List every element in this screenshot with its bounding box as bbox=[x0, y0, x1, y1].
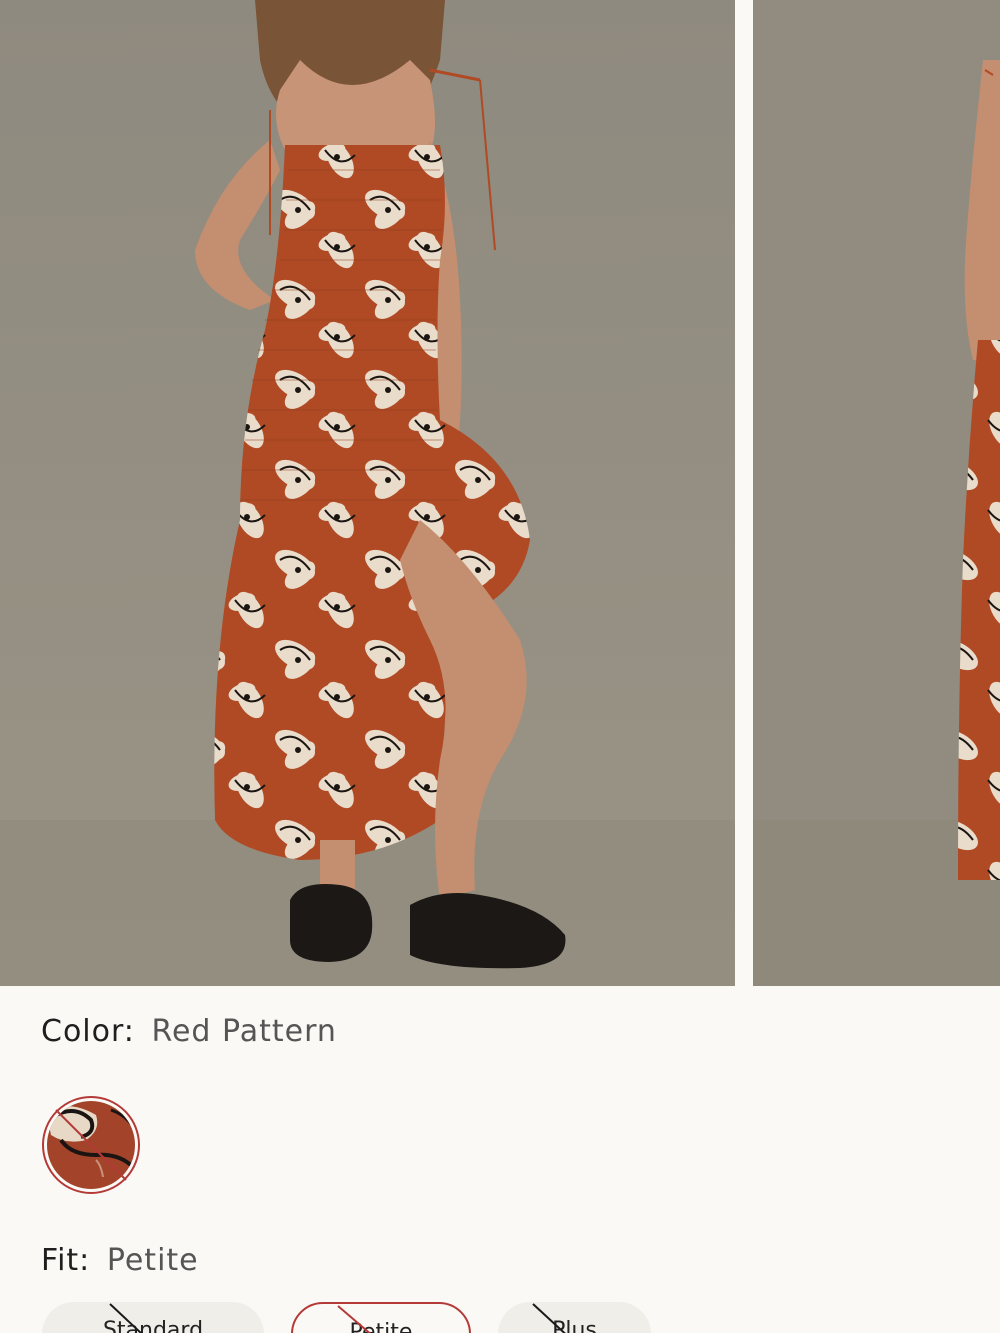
red-pattern-swatch-icon[interactable] bbox=[41, 1095, 141, 1195]
selected-color-name: Red Pattern bbox=[151, 1014, 337, 1049]
product-image-main[interactable] bbox=[0, 0, 735, 986]
color-label-row: Color: Red Pattern bbox=[41, 1014, 337, 1049]
fit-option-label: Standard bbox=[102, 1318, 204, 1333]
selected-fit-name: Petite bbox=[106, 1243, 199, 1278]
fit-option-standard[interactable]: Standard bbox=[42, 1302, 264, 1333]
product-image-secondary[interactable] bbox=[753, 0, 1000, 986]
fit-label: Fit: bbox=[41, 1243, 91, 1278]
fit-option-label: Plus bbox=[552, 1318, 597, 1333]
product-detail-page: Color: Red Pattern Fit: Petite Standard … bbox=[0, 0, 1000, 1333]
fit-option-label: Petite bbox=[349, 1320, 413, 1333]
color-label: Color: bbox=[41, 1014, 135, 1049]
fit-label-row: Fit: Petite bbox=[41, 1243, 199, 1278]
fit-option-petite[interactable]: Petite bbox=[291, 1302, 471, 1333]
fit-option-plus[interactable]: Plus bbox=[498, 1302, 651, 1333]
product-image-carousel[interactable] bbox=[0, 0, 1000, 986]
